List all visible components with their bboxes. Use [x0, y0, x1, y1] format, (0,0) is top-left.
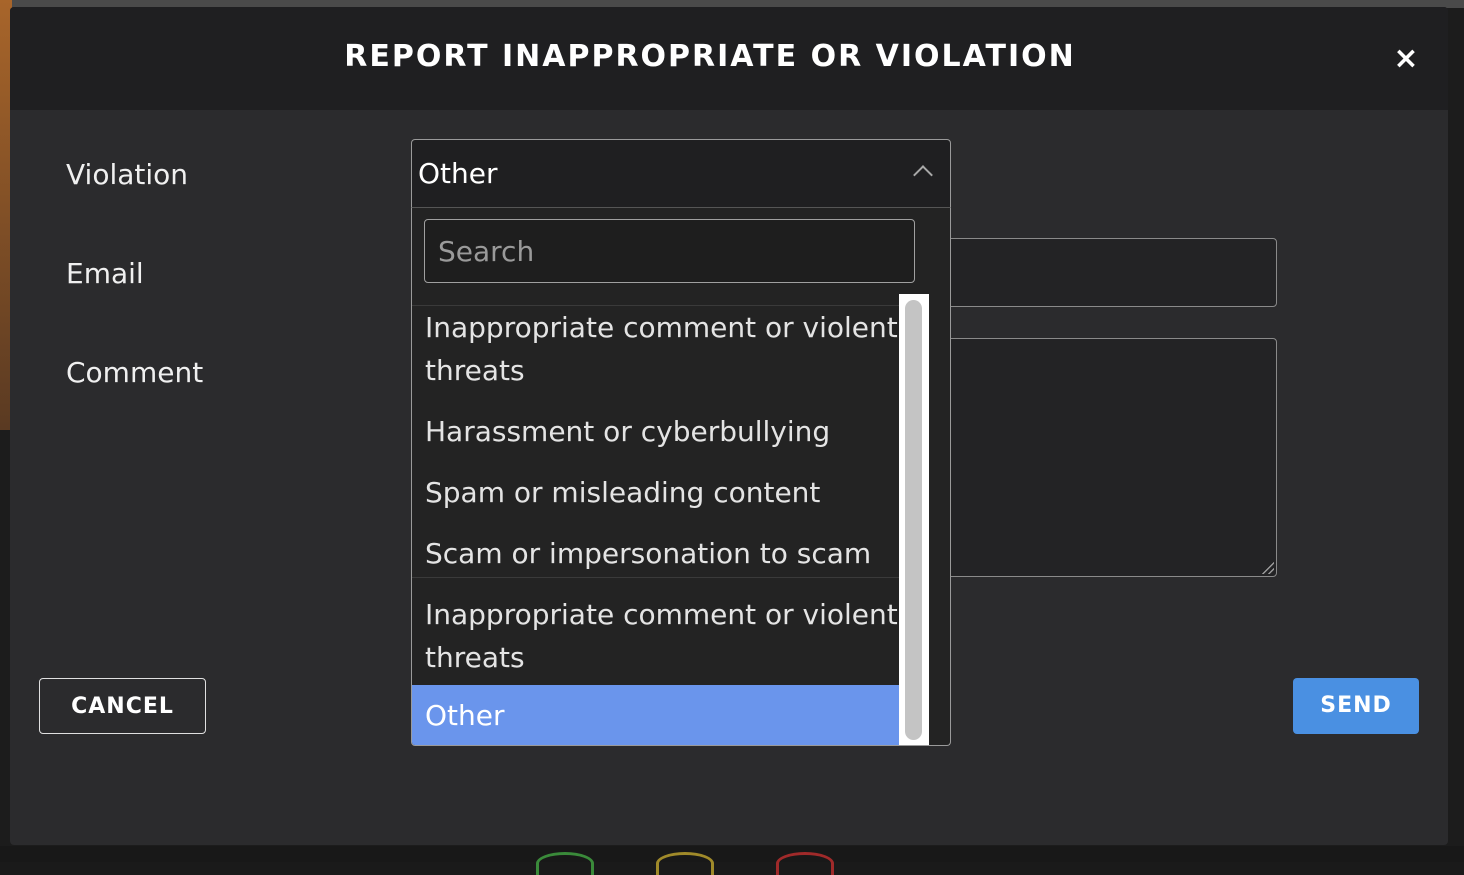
- violation-dropdown: Inappropriate comment or violent threats…: [411, 207, 951, 746]
- email-label: Email: [66, 257, 144, 290]
- violation-select[interactable]: Other: [411, 139, 951, 208]
- option-divider: [412, 577, 899, 578]
- chevron-up-icon[interactable]: [913, 165, 933, 185]
- dropdown-option[interactable]: Harassment or cyberbullying: [412, 410, 899, 453]
- cancel-button[interactable]: CANCEL: [39, 678, 206, 734]
- report-dialog: REPORT INAPPROPRIATE OR VIOLATION × Viol…: [10, 7, 1448, 845]
- dropdown-option[interactable]: Inappropriate comment or violent threats: [412, 593, 899, 679]
- send-button[interactable]: SEND: [1293, 678, 1419, 734]
- dropdown-option[interactable]: Scam or impersonation to scam: [412, 532, 899, 575]
- dropdown-option[interactable]: Spam or misleading content: [412, 471, 899, 514]
- backdrop-circle-green: [536, 852, 594, 875]
- dialog-title: REPORT INAPPROPRIATE OR VIOLATION: [344, 39, 1076, 74]
- backdrop-circle-red: [776, 852, 834, 875]
- violation-select-value: Other: [418, 157, 498, 190]
- resize-handle-icon[interactable]: [1262, 562, 1274, 574]
- comment-label: Comment: [66, 356, 204, 389]
- dropdown-option[interactable]: Inappropriate comment or violent threats: [412, 306, 899, 392]
- backdrop-bottom-strip: [0, 846, 1464, 862]
- dropdown-option-selected[interactable]: Other: [412, 685, 899, 745]
- violation-label: Violation: [66, 158, 189, 191]
- scrollbar-thumb[interactable]: [905, 300, 922, 740]
- close-icon[interactable]: ×: [1390, 43, 1422, 75]
- dialog-header: REPORT INAPPROPRIATE OR VIOLATION ×: [10, 7, 1448, 110]
- dropdown-search-input[interactable]: [424, 219, 915, 283]
- backdrop-circle-yellow: [656, 852, 714, 875]
- dropdown-scrollbar[interactable]: [899, 294, 929, 745]
